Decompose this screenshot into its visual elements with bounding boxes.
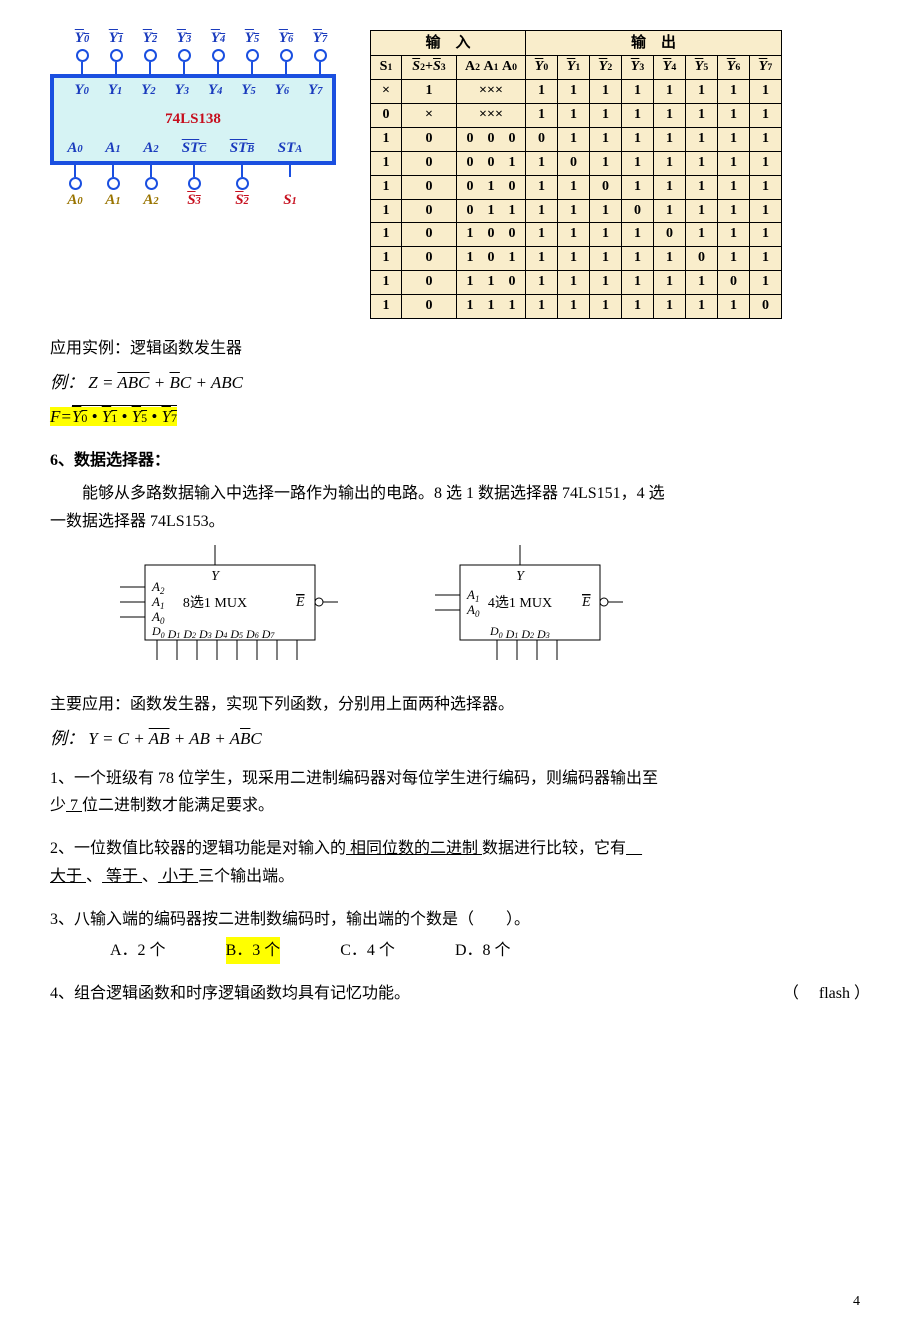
bottom-pins: [56, 165, 340, 190]
svg-text:E: E: [295, 595, 305, 610]
section-6-title: 6、数据选择器：: [50, 447, 870, 474]
svg-text:4选1 MUX: 4选1 MUX: [488, 595, 552, 611]
svg-text:A0: A0: [466, 602, 480, 619]
choice-d: D．8 个: [455, 937, 511, 964]
question-4: 4、组合逻辑函数和时序逻辑函数均具有记忆功能。 （ flash ）: [50, 980, 870, 1007]
svg-text:Y: Y: [516, 569, 526, 584]
output-header: 输 出: [526, 31, 782, 56]
question-3: 3、八输入端的编码器按二进制数编码时，输出端的个数是（ ）。 A．2 个 B．3…: [50, 906, 870, 964]
app-example-text: 应用实例：逻辑函数发生器: [50, 335, 870, 362]
choice-b: B．3 个: [226, 937, 281, 964]
mux-4to1-diagram: Y A1 A0 4选1 MUX E D0 D1 D2 D3: [410, 545, 630, 675]
page-number: 4: [853, 1294, 860, 1310]
top-pins: [65, 49, 340, 74]
choice-c: C．4 个: [340, 937, 395, 964]
svg-text:E: E: [581, 595, 591, 610]
chip-name: 74LS138: [54, 111, 332, 128]
svg-text:D0 D1 D2 D3: D0 D1 D2 D3: [489, 624, 550, 641]
question-2: 2、一位数值比较器的逻辑功能是对输入的 相同位数的二进制 数据进行比较，它有 大…: [50, 835, 870, 889]
formula-z: 例： Z = ABC + BC + ABC: [50, 368, 870, 393]
question-1: 1、一个班级有 78 位学生，现采用二进制编码器对每位学生进行编码，则编码器输出…: [50, 765, 870, 819]
bottom-pin-labels: A0 A1 A2 S3 S2 S1: [56, 192, 340, 209]
app2-text: 主要应用：函数发生器，实现下列函数，分别用上面两种选择器。: [50, 691, 870, 718]
top-pin-labels: Y0 Y1 Y2 Y3 Y4 Y5 Y6 Y7: [65, 30, 340, 47]
chip-body: Y0 Y1 Y2 Y3 Y4 Y5 Y6 Y7 74LS138 A0 A1 A2…: [50, 74, 336, 165]
svg-text:D0 D1 D2 D3 D4 D5 D6 D7: D0 D1 D2 D3 D4 D5 D6 D7: [151, 624, 275, 641]
mux-8to1-diagram: Y A2 A1 A0 8选1 MUX E D0 D1 D2 D3 D4 D5 D…: [90, 545, 340, 675]
section-6-desc: 能够从多路数据输入中选择一路作为输出的电路。8 选 1 数据选择器 74LS15…: [50, 480, 870, 534]
svg-text:8选1 MUX: 8选1 MUX: [183, 595, 247, 611]
truth-table: 输 入 输 出 S1 S2+S3 A2 A1 A0 Y0 Y1 Y2 Y3 Y4…: [370, 30, 782, 319]
chip-diagram: Y0 Y1 Y2 Y3 Y4 Y5 Y6 Y7 Y: [50, 30, 340, 209]
formula-y: 例： Y = C + AB + AB + ABC: [50, 724, 870, 749]
svg-text:Y: Y: [211, 569, 221, 584]
choice-a: A．2 个: [110, 937, 166, 964]
formula-f: F=Y0 • Y1 • Y5 • Y7: [50, 405, 870, 427]
input-header: 输 入: [371, 31, 526, 56]
